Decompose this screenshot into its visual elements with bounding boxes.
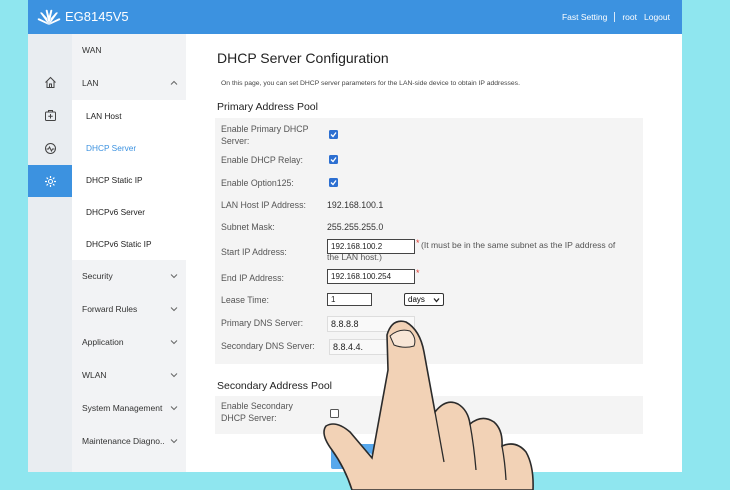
menu-label: DHCP Static IP	[86, 175, 143, 185]
menu-item-maintenance[interactable]: Maintenance Diagno..	[72, 425, 186, 457]
enable-primary-checkbox[interactable]	[329, 130, 338, 139]
chevron-down-icon	[170, 274, 178, 279]
menu-label: DHCP Server	[86, 143, 137, 153]
start-ip-hint-continued: the LAN host.)	[327, 252, 382, 262]
primary-dns-label: Primary DNS Server:	[221, 318, 304, 328]
router-admin-window: EG8145V5 Fast Setting root Logout WAN LA…	[28, 0, 682, 472]
header-divider	[614, 12, 616, 22]
lan-host-ip-label: LAN Host IP Address:	[221, 200, 306, 210]
start-ip-hint: (It must be in the same subnet as the IP…	[421, 240, 616, 250]
lease-unit-value: days	[408, 295, 425, 304]
top-header-bar: EG8145V5 Fast Setting root Logout	[28, 0, 682, 34]
lease-time-input[interactable]: 1	[327, 293, 372, 306]
lease-unit-select[interactable]: days	[404, 293, 444, 306]
secondary-pool-panel: Enable Secondary DHCP Server:	[215, 396, 643, 434]
end-ip-input[interactable]: 192.168.100.254	[327, 269, 415, 284]
huawei-logo-icon	[37, 9, 61, 25]
menu-label: WLAN	[82, 370, 107, 380]
page-title: DHCP Server Configuration	[217, 50, 389, 66]
enable-secondary-checkbox[interactable]	[330, 409, 339, 418]
subnet-mask-value: 255.255.255.0	[327, 222, 384, 232]
label-line: Enable Secondary	[221, 401, 293, 411]
primary-dns-input[interactable]: 8.8.8.8	[327, 316, 415, 332]
menu-label: WAN	[82, 45, 102, 55]
gauge-icon	[44, 142, 56, 154]
chevron-down-icon	[170, 406, 178, 411]
end-ip-label: End IP Address:	[221, 273, 284, 283]
chevron-up-icon	[170, 80, 178, 85]
chevron-down-icon	[170, 373, 178, 378]
menu-item-wlan[interactable]: WLAN	[72, 359, 186, 391]
primary-pool-heading: Primary Address Pool	[217, 101, 318, 113]
enable-secondary-label: Enable Secondary DHCP Server:	[221, 400, 293, 424]
menu-label: Maintenance Diagno..	[82, 436, 165, 446]
checkmark-icon	[330, 132, 337, 138]
menu-item-application[interactable]: Application	[72, 326, 186, 358]
menu-label: DHCPv6 Static IP	[86, 239, 152, 249]
primary-pool-panel: Enable Primary DHCP Server: Enable DHCP …	[215, 118, 643, 364]
chevron-down-icon	[170, 340, 178, 345]
home-icon	[44, 76, 56, 88]
enable-relay-label: Enable DHCP Relay:	[221, 155, 303, 165]
chevron-down-icon	[170, 307, 178, 312]
menu-item-security[interactable]: Security	[72, 260, 186, 292]
menu-item-forward-rules[interactable]: Forward Rules	[72, 293, 186, 325]
enable-primary-label: Enable Primary DHCP Server:	[221, 123, 309, 147]
user-name-label: root	[622, 12, 637, 22]
gear-icon	[44, 175, 56, 187]
start-ip-label: Start IP Address:	[221, 247, 287, 257]
secondary-pool-heading: Secondary Address Pool	[217, 380, 332, 392]
secondary-dns-label: Secondary DNS Server:	[221, 341, 315, 351]
enable-relay-checkbox[interactable]	[329, 155, 338, 164]
settings-menu: WAN LAN LAN Host DHCP Server DHCP Static…	[72, 34, 186, 472]
subnet-mask-label: Subnet Mask:	[221, 222, 275, 232]
menu-item-lan[interactable]: LAN	[72, 67, 186, 99]
home-nav-button[interactable]	[28, 66, 72, 98]
main-content: DHCP Server Configuration On this page, …	[186, 34, 682, 472]
menu-label: System Management	[82, 403, 163, 413]
status-nav-button[interactable]	[28, 132, 72, 164]
menu-label: LAN	[82, 78, 99, 88]
menu-label: Forward Rules	[82, 304, 138, 314]
logout-link[interactable]: Logout	[644, 12, 670, 22]
label-line: DHCP Server:	[221, 413, 277, 423]
menu-label: DHCPv6 Server	[86, 207, 146, 217]
required-mark: *	[416, 238, 420, 248]
label-line: Enable Primary DHCP	[221, 124, 309, 134]
apply-button[interactable]: Apply	[331, 444, 403, 469]
chevron-down-icon	[170, 439, 178, 444]
settings-nav-button[interactable]	[28, 165, 79, 197]
header-links: Fast Setting root Logout	[562, 12, 670, 22]
checkmark-icon	[330, 157, 337, 163]
submenu-item-dhcpv6-server[interactable]: DHCPv6 Server	[72, 196, 186, 228]
chevron-down-icon	[433, 298, 440, 303]
menu-item-system-management[interactable]: System Management	[72, 392, 186, 424]
advanced-nav-button[interactable]	[28, 99, 72, 131]
menu-item-wan[interactable]: WAN	[72, 34, 186, 66]
fast-setting-link[interactable]: Fast Setting	[562, 12, 607, 22]
menu-label: LAN Host	[86, 111, 122, 121]
checkmark-icon	[330, 180, 337, 186]
icon-sidebar	[28, 34, 79, 472]
lan-host-ip-value: 192.168.100.1	[327, 200, 384, 210]
submenu-item-dhcpv6-static-ip[interactable]: DHCPv6 Static IP	[72, 228, 186, 260]
lease-time-label: Lease Time:	[221, 295, 269, 305]
menu-label: Application	[82, 337, 124, 347]
menu-label: Security	[82, 271, 113, 281]
enable-option125-label: Enable Option125:	[221, 178, 294, 188]
device-model-label: EG8145V5	[65, 9, 129, 24]
page-description: On this page, you can set DHCP server pa…	[221, 80, 520, 87]
plus-box-icon	[44, 109, 56, 121]
submenu-item-dhcp-server[interactable]: DHCP Server	[72, 132, 186, 164]
enable-option125-checkbox[interactable]	[329, 178, 338, 187]
submenu-item-lan-host[interactable]: LAN Host	[72, 100, 186, 132]
submenu-item-dhcp-static-ip[interactable]: DHCP Static IP	[72, 164, 186, 196]
label-line: Server:	[221, 136, 250, 146]
secondary-dns-input[interactable]: 8.8.4.4.	[329, 339, 417, 355]
required-mark: *	[416, 268, 420, 278]
